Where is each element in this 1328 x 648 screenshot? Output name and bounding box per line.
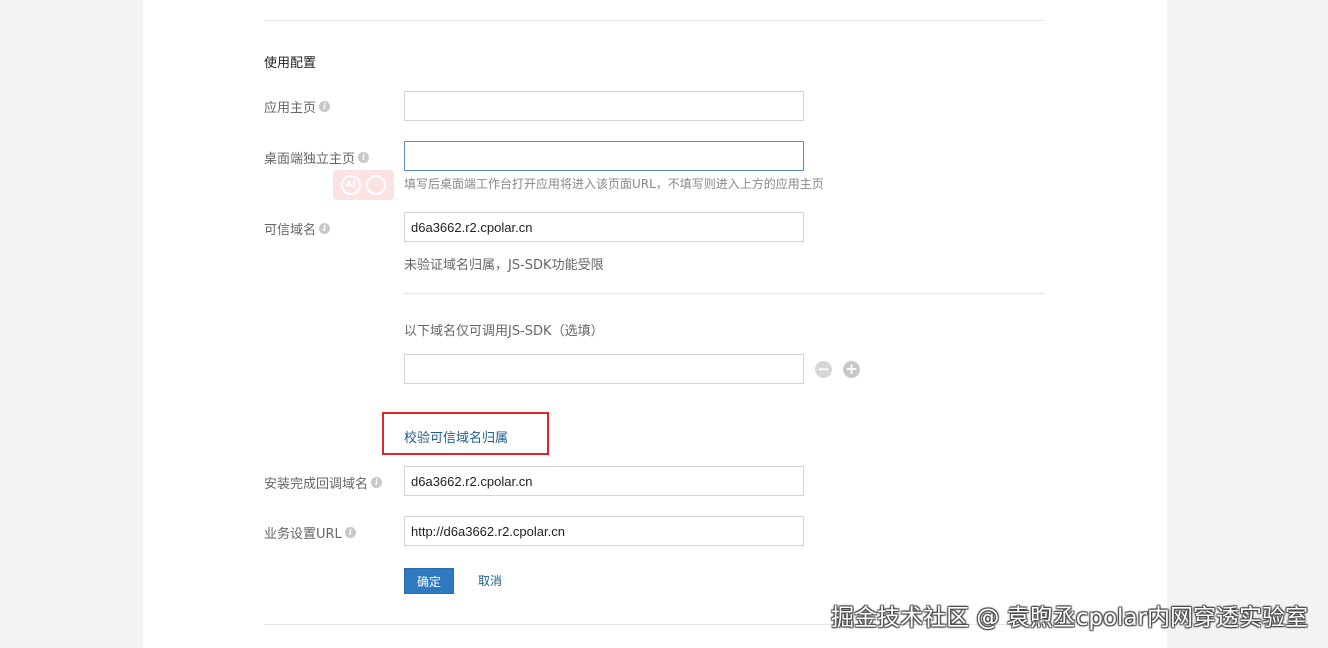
app-home-input[interactable] [404,91,804,121]
desktop-home-label: 桌面端独立主页 i [264,148,370,167]
info-icon[interactable]: i [319,101,331,112]
section-title: 使用配置 [264,56,317,71]
minus-icon[interactable]: − [815,361,832,378]
install-callback-label: 安装完成回调域名 i [264,473,383,492]
search-icon[interactable] [366,175,387,195]
app-home-label: 应用主页 i [264,97,331,116]
jssdk-divider [404,293,1044,294]
jssdk-domains-label: 以下域名仅可调用JS-SDK（选填） [404,324,604,339]
trusted-domain-input[interactable] [404,212,804,242]
info-icon[interactable]: i [358,152,370,163]
watermark: 掘金技术社区 @ 袁煦丞cpolar内网穿透实验室 [831,605,1308,631]
ai-assistant-badge[interactable]: AI [333,170,394,200]
business-url-input[interactable] [404,516,804,546]
ai-icon[interactable]: AI [340,175,361,195]
jssdk-domain-input[interactable] [404,354,804,384]
info-icon[interactable]: i [371,477,383,488]
ok-button[interactable]: 确定 [404,568,454,594]
business-url-label: 业务设置URL i [264,523,356,542]
info-icon[interactable]: i [344,527,356,538]
desktop-home-input[interactable] [404,141,804,171]
install-callback-input[interactable] [404,466,804,496]
info-icon[interactable]: i [319,223,331,234]
trusted-domain-hint: 未验证域名归属，JS-SDK功能受限 [404,258,604,273]
desktop-home-hint: 填写后桌面端工作台打开应用将进入该页面URL，不填写则进入上方的应用主页 [404,177,824,191]
cancel-button[interactable]: 取消 [478,572,502,589]
plus-icon[interactable]: + [843,361,860,378]
top-divider [264,20,1044,21]
verify-domain-link[interactable]: 校验可信域名归属 [404,427,508,446]
trusted-domain-label: 可信域名 i [264,219,331,238]
